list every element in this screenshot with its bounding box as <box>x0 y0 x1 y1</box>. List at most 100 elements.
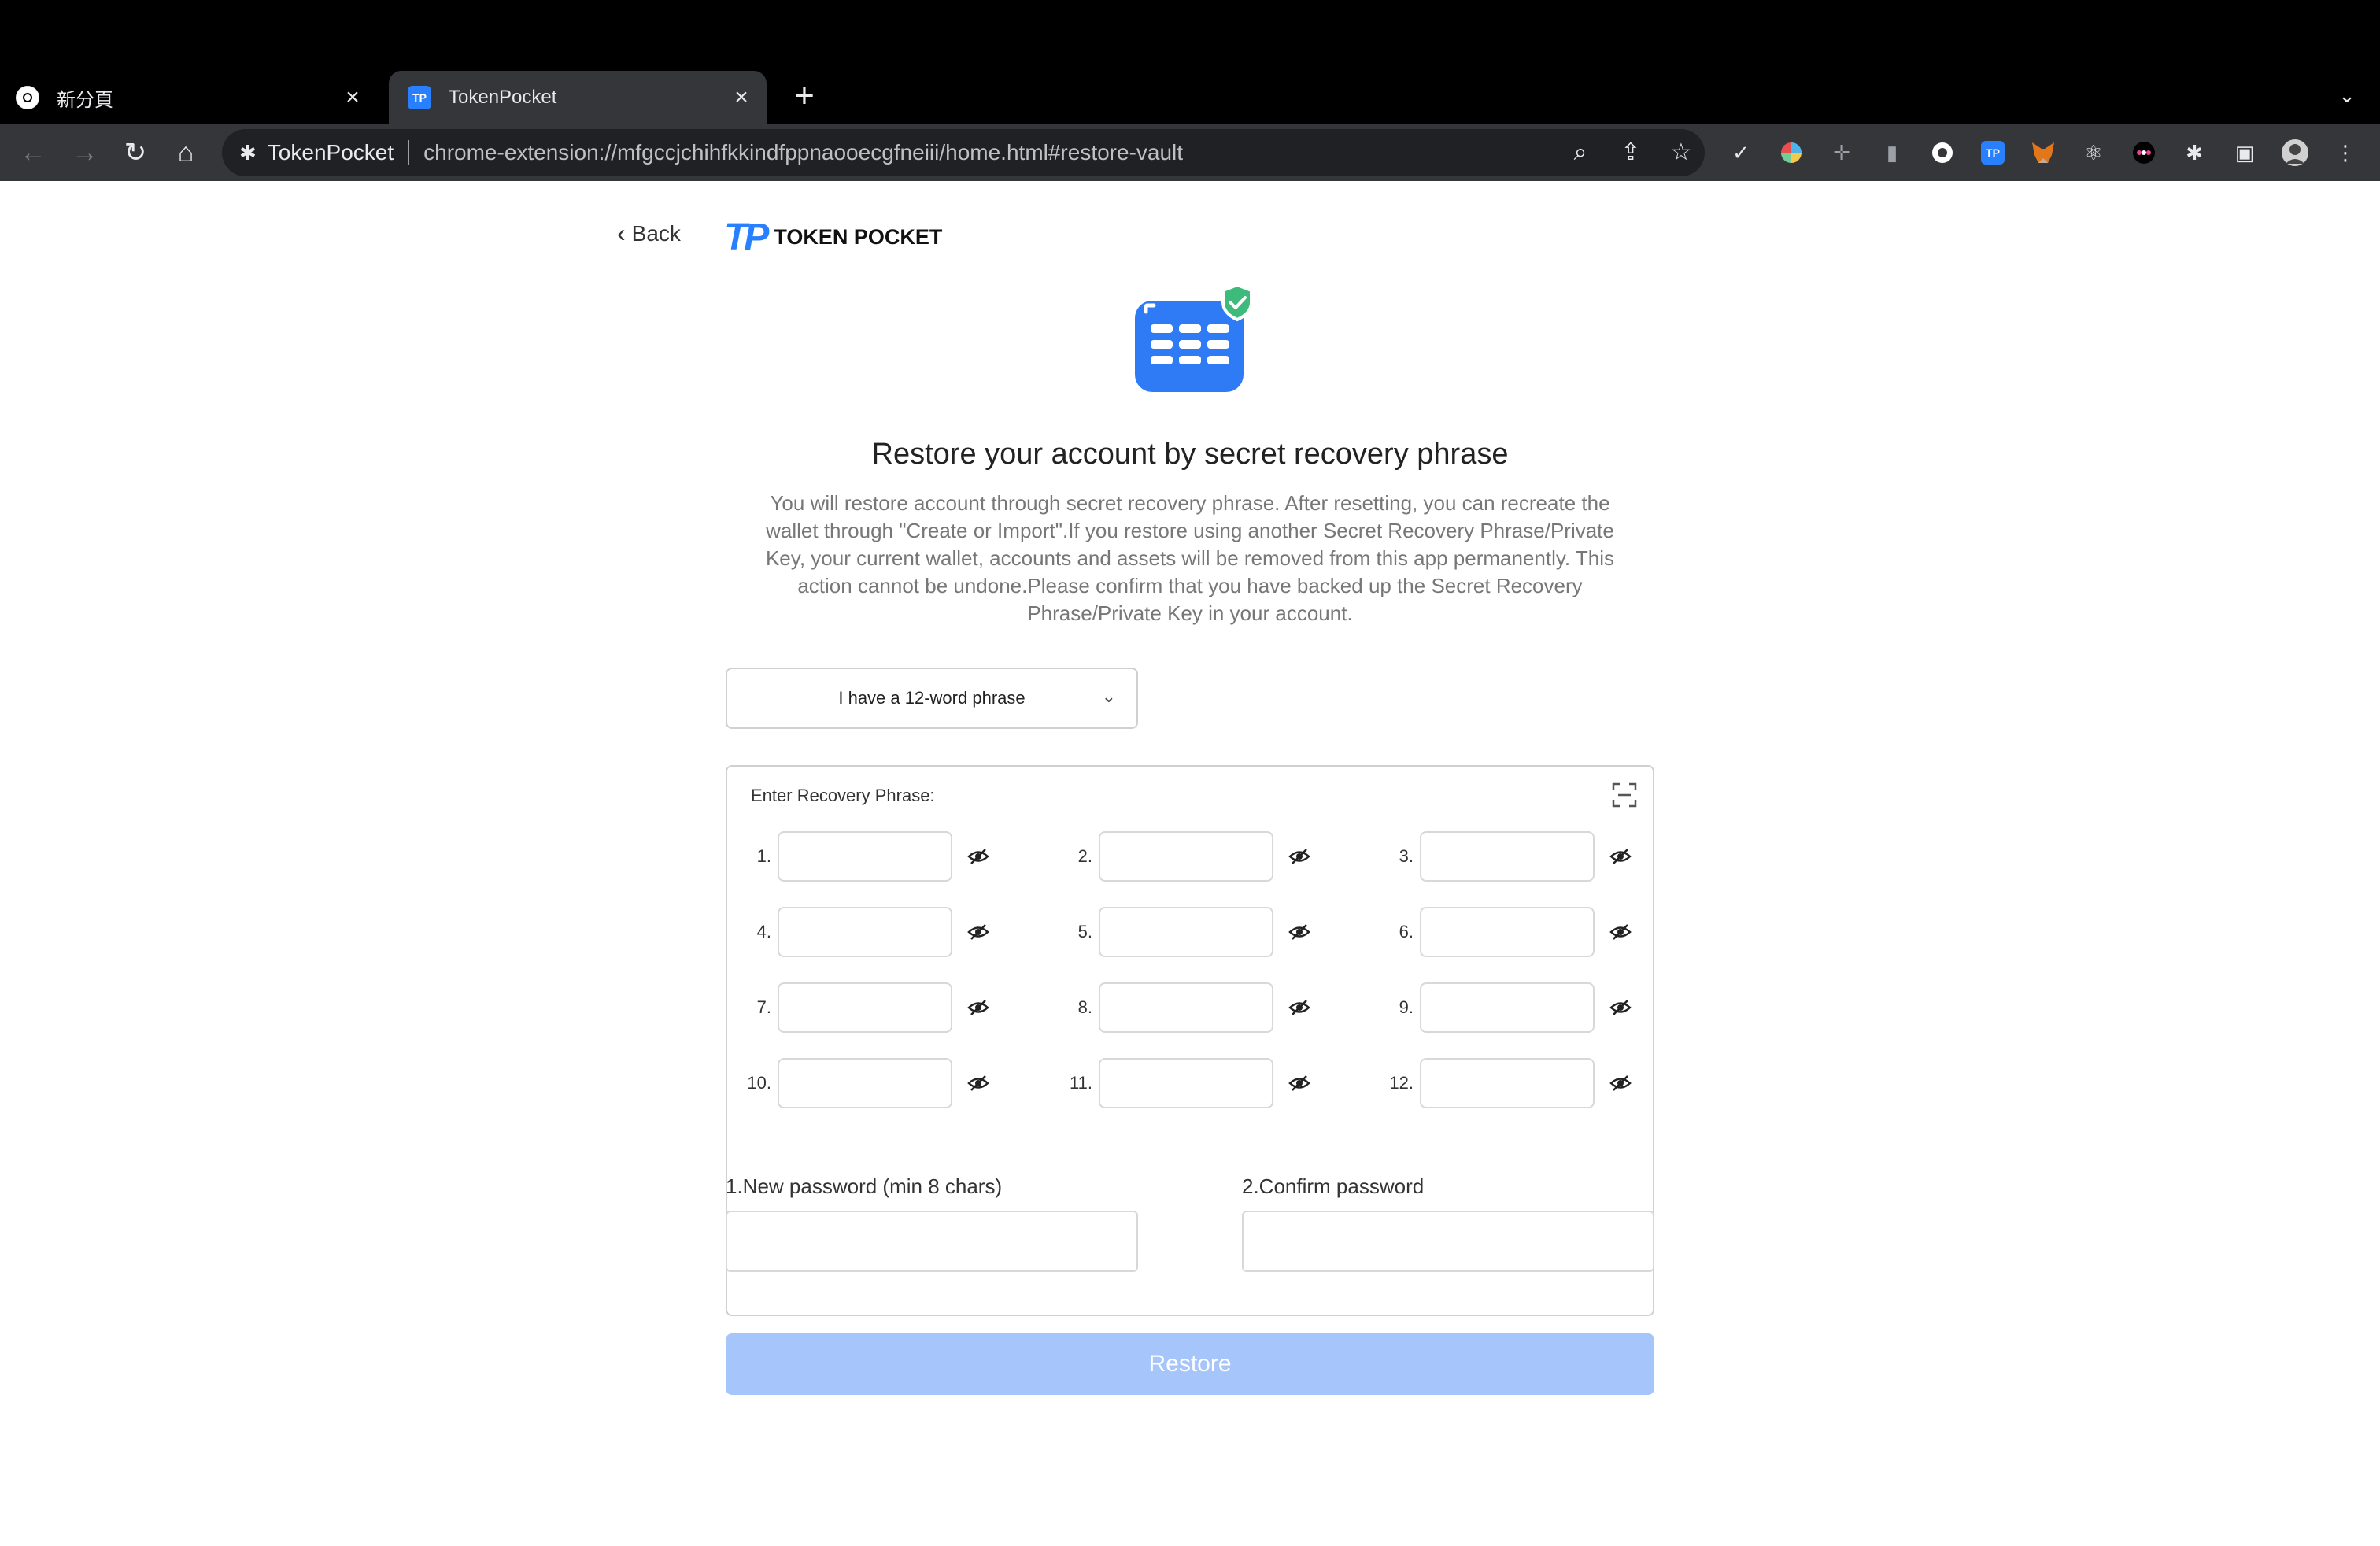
zoom-icon[interactable]: ⌕ <box>1565 137 1596 168</box>
bottle-extension-icon[interactable]: ▮ <box>1876 137 1908 168</box>
tab-title: 新分頁 <box>57 89 113 111</box>
page-description: You will restore account through secret … <box>765 491 1615 625</box>
tokenpocket-icon: TP <box>408 86 431 109</box>
eye-slash-icon[interactable] <box>1288 1071 1311 1095</box>
word-number: 4. <box>756 922 771 941</box>
side-panel-icon[interactable]: ▣ <box>2229 137 2260 168</box>
chevron-down-icon[interactable]: ⌄ <box>2333 83 2361 112</box>
eye-slash-icon[interactable] <box>1609 996 1632 1019</box>
recovery-phrase-label: Enter Recovery Phrase: <box>751 786 935 805</box>
word-2-cell: 2. <box>1050 831 1311 882</box>
word-8-cell: 8. <box>1050 982 1311 1033</box>
eye-slash-icon[interactable] <box>966 920 990 944</box>
menu-kebab-icon[interactable]: ⋮ <box>2330 137 2361 168</box>
avatar[interactable] <box>2279 137 2311 168</box>
word-number: 10. <box>747 1073 771 1093</box>
page-title: Restore your account by secret recovery … <box>871 438 1509 471</box>
color-wheel-extension-icon[interactable] <box>1776 137 1807 168</box>
react-devtools-icon[interactable]: ⚛ <box>2078 137 2109 168</box>
recovery-phrase-illustration-icon <box>1135 283 1253 392</box>
eye-slash-icon[interactable] <box>1609 1071 1632 1095</box>
word-2-input[interactable] <box>1099 831 1273 882</box>
confirm-password-input[interactable] <box>1242 1211 1654 1272</box>
word-7-input[interactable] <box>778 982 952 1033</box>
word-6-cell: 6. <box>1371 907 1632 957</box>
chevron-down-icon: ⌄ <box>1101 686 1116 706</box>
word-5-cell: 5. <box>1050 907 1311 957</box>
new-password-input[interactable] <box>726 1211 1138 1272</box>
eye-slash-icon[interactable] <box>966 996 990 1019</box>
eye-slash-icon[interactable] <box>1288 920 1311 944</box>
reload-icon[interactable]: ↻ <box>120 137 151 168</box>
word-3-cell: 3. <box>1371 831 1632 882</box>
word-number: 2. <box>1077 846 1092 866</box>
confirm-password-label: 2.Confirm password <box>1242 1174 1425 1198</box>
tp-logo-icon: TP <box>724 216 769 258</box>
close-icon[interactable]: × <box>340 85 365 110</box>
eye-slash-icon[interactable] <box>1609 845 1632 868</box>
site-name: TokenPocket <box>267 140 394 165</box>
close-icon[interactable]: × <box>729 85 754 110</box>
tokenpocket-extension-icon[interactable]: TP <box>1977 137 2009 168</box>
home-icon[interactable]: ⌂ <box>170 137 201 168</box>
word-12-cell: 12. <box>1371 1058 1632 1108</box>
crosshair-extension-icon[interactable]: ✛ <box>1826 137 1857 168</box>
word-number: 5. <box>1077 922 1092 941</box>
chevron-left-icon: ‹ <box>617 219 626 247</box>
word-3-input[interactable] <box>1420 831 1595 882</box>
word-6-input[interactable] <box>1420 907 1595 957</box>
tab-new-tab[interactable]: 新分頁 × <box>16 71 378 124</box>
dots-extension-icon[interactable] <box>2128 137 2160 168</box>
metamask-fox-icon[interactable] <box>2027 137 2059 168</box>
phrase-select-value: I have a 12-word phrase <box>838 688 1026 708</box>
word-9-input[interactable] <box>1420 982 1595 1033</box>
new-password-label: 1.New password (min 8 chars) <box>726 1174 1003 1198</box>
word-4-cell: 4. <box>729 907 990 957</box>
eye-slash-icon[interactable] <box>966 845 990 868</box>
star-icon[interactable]: ☆ <box>1665 137 1697 168</box>
word-number: 8. <box>1077 997 1092 1017</box>
word-10-cell: 10. <box>729 1058 990 1108</box>
word-1-input[interactable] <box>778 831 952 882</box>
eye-slash-icon[interactable] <box>1609 920 1632 944</box>
eye-slash-icon[interactable] <box>966 1071 990 1095</box>
word-number: 7. <box>756 997 771 1017</box>
scan-expand-icon[interactable] <box>1610 781 1639 809</box>
eye-slash-icon[interactable] <box>1288 996 1311 1019</box>
word-11-cell: 11. <box>1050 1058 1311 1108</box>
extensions-puzzle-icon[interactable]: ✱ <box>2179 137 2210 168</box>
divider <box>408 140 410 165</box>
circle-extension-icon[interactable] <box>1927 137 1958 168</box>
word-7-cell: 7. <box>729 982 990 1033</box>
word-10-input[interactable] <box>778 1058 952 1108</box>
back-label: Back <box>631 220 681 246</box>
forward-arrow-icon[interactable]: → <box>69 137 101 168</box>
new-tab-button[interactable]: + <box>787 79 822 115</box>
word-number: 1. <box>756 846 771 866</box>
word-12-input[interactable] <box>1420 1058 1595 1108</box>
chrome-icon <box>16 86 39 109</box>
eye-slash-icon[interactable] <box>1288 845 1311 868</box>
tab-tokenpocket[interactable]: TP TokenPocket × <box>389 71 767 124</box>
word-number: 3. <box>1399 846 1414 866</box>
restore-button[interactable]: Restore <box>726 1333 1654 1395</box>
back-button[interactable]: ‹ Back <box>617 219 681 248</box>
restore-page: ‹ Back TP TOKEN POCKET Restore your acco… <box>0 181 2380 1546</box>
brand-name: TOKEN POCKET <box>774 225 943 249</box>
word-1-cell: 1. <box>729 831 990 882</box>
word-5-input[interactable] <box>1099 907 1273 957</box>
phrase-length-select[interactable]: I have a 12-word phrase ⌄ <box>726 668 1138 729</box>
word-8-input[interactable] <box>1099 982 1273 1033</box>
back-arrow-icon[interactable]: ← <box>17 137 49 168</box>
word-4-input[interactable] <box>778 907 952 957</box>
browser-toolbar: ← → ↻ ⌂ ✱ TokenPocket chrome-extension:/… <box>0 124 2380 181</box>
share-icon[interactable]: ⇪ <box>1615 137 1646 168</box>
word-11-input[interactable] <box>1099 1058 1273 1108</box>
puzzle-icon: ✱ <box>239 140 257 165</box>
check-extension-icon[interactable]: ✓ <box>1725 137 1757 168</box>
brand-logo: TP TOKEN POCKET <box>724 216 942 259</box>
browser-tab-strip: 新分頁 × TP TokenPocket × + ⌄ <box>0 0 2380 124</box>
word-number: 9. <box>1399 997 1414 1017</box>
address-bar[interactable]: ✱ TokenPocket chrome-extension://mfgccjc… <box>222 129 1705 176</box>
word-number: 11. <box>1070 1073 1092 1093</box>
